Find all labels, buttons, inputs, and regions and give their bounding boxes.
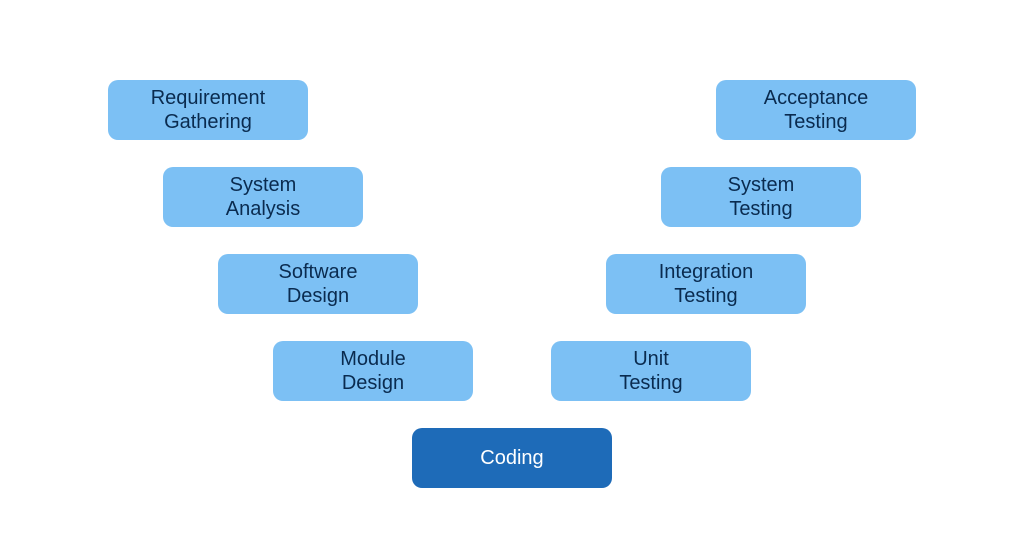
box-label: RequirementGathering: [151, 86, 266, 134]
box-label: SystemTesting: [728, 173, 795, 221]
box-label: Coding: [480, 446, 543, 470]
box-label: SoftwareDesign: [279, 260, 358, 308]
box-label: SystemAnalysis: [226, 173, 300, 221]
box-system-analysis: SystemAnalysis: [163, 167, 363, 227]
box-coding: Coding: [412, 428, 612, 488]
box-module-design: ModuleDesign: [273, 341, 473, 401]
box-label: AcceptanceTesting: [764, 86, 869, 134]
box-integration-testing: IntegrationTesting: [606, 254, 806, 314]
box-software-design: SoftwareDesign: [218, 254, 418, 314]
box-acceptance-testing: AcceptanceTesting: [716, 80, 916, 140]
box-system-testing: SystemTesting: [661, 167, 861, 227]
box-label: ModuleDesign: [340, 347, 406, 395]
box-unit-testing: UnitTesting: [551, 341, 751, 401]
box-label: UnitTesting: [619, 347, 682, 395]
box-label: IntegrationTesting: [659, 260, 754, 308]
box-requirement-gathering: RequirementGathering: [108, 80, 308, 140]
